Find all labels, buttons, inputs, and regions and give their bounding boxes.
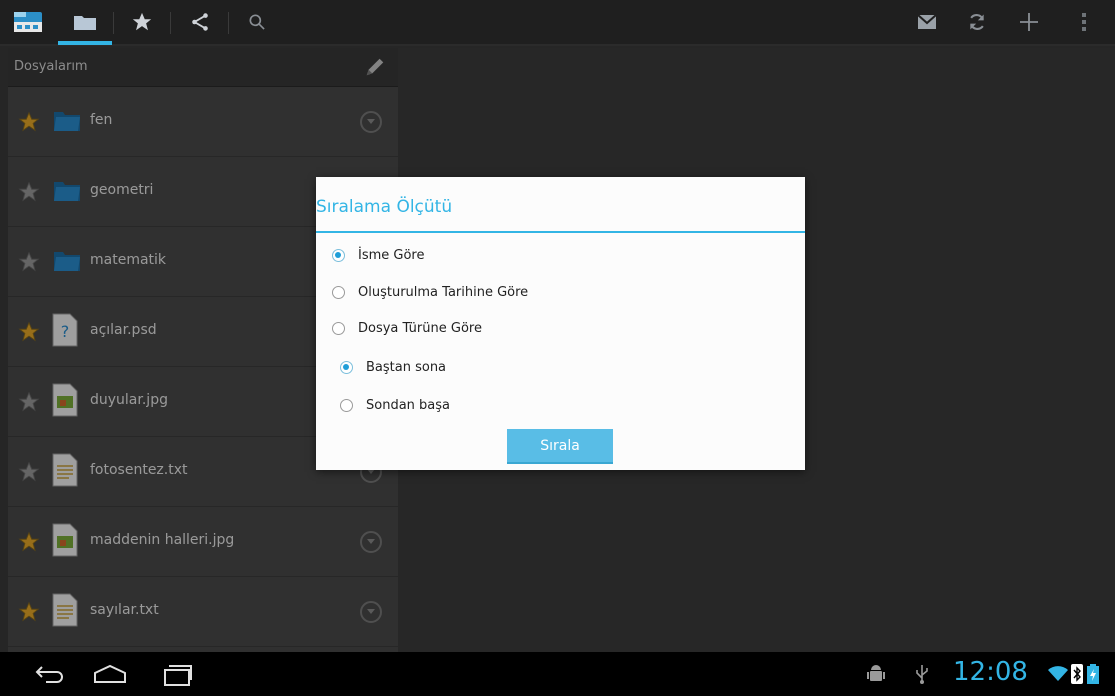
refresh-icon[interactable] <box>962 0 992 44</box>
radio-sort-by-name[interactable]: İsme Göre <box>332 248 425 263</box>
radio-label: Sondan başa <box>366 398 450 413</box>
folder-icon[interactable] <box>64 0 106 44</box>
app-logo-icon[interactable] <box>8 0 48 44</box>
radio-order-ascending[interactable]: Baştan sona <box>340 360 446 375</box>
radio-sort-by-created-date[interactable]: Oluşturulma Tarihine Göre <box>332 285 528 300</box>
bluetooth-icon <box>1071 664 1083 688</box>
tab-divider <box>170 12 171 34</box>
selected-tab-indicator <box>58 41 112 45</box>
clock: 12:08 <box>953 657 1028 687</box>
action-bar <box>0 0 1115 46</box>
android-debug-icon <box>867 664 885 688</box>
battery-icon <box>1087 664 1099 688</box>
usb-icon <box>915 664 929 688</box>
search-icon[interactable] <box>240 0 274 44</box>
tab-divider <box>228 12 229 34</box>
radio-unchecked-icon[interactable] <box>340 399 353 412</box>
mail-icon[interactable] <box>912 0 942 44</box>
radio-checked-icon[interactable] <box>332 249 345 262</box>
share-icon[interactable] <box>182 0 218 44</box>
radio-label: Baştan sona <box>366 360 447 375</box>
radio-checked-icon[interactable] <box>340 361 353 374</box>
wifi-icon <box>1047 664 1069 686</box>
radio-unchecked-icon[interactable] <box>332 286 345 299</box>
system-nav-bar: 12:08 <box>0 652 1115 696</box>
radio-label: Oluşturulma Tarihine Göre <box>358 285 529 300</box>
radio-label: İsme Göre <box>358 248 425 263</box>
radio-order-descending[interactable]: Sondan başa <box>340 398 450 413</box>
back-icon[interactable] <box>34 664 64 688</box>
dialog-title: Sıralama Ölçütü <box>316 197 453 217</box>
star-icon[interactable] <box>124 0 160 44</box>
tab-divider <box>113 12 114 34</box>
radio-label: Dosya Türüne Göre <box>358 321 482 336</box>
recent-apps-icon[interactable] <box>163 664 193 690</box>
sort-dialog: Sıralama Ölçütü İsme Göre Oluşturulma Ta… <box>316 177 805 470</box>
radio-unchecked-icon[interactable] <box>332 322 345 335</box>
sort-button[interactable]: Sırala <box>507 429 613 464</box>
add-icon[interactable] <box>1014 0 1044 44</box>
home-icon[interactable] <box>93 664 127 688</box>
overflow-menu-icon[interactable] <box>1072 0 1096 44</box>
radio-sort-by-type[interactable]: Dosya Türüne Göre <box>332 321 482 336</box>
